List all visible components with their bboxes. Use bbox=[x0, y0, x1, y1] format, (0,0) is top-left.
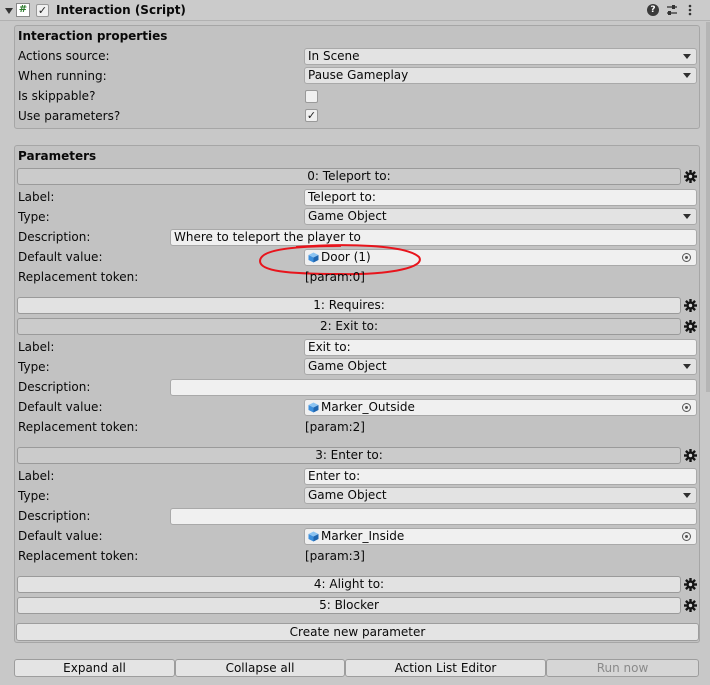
param-3-description-label: Description: bbox=[18, 509, 91, 523]
is-skippable-checkbox[interactable] bbox=[305, 90, 318, 103]
expand-all-button[interactable]: Expand all bbox=[14, 659, 175, 677]
param-2-default-value: Marker_Outside bbox=[321, 400, 415, 414]
param-3-type-value: Game Object bbox=[308, 488, 387, 502]
when-running-label: When running: bbox=[18, 69, 107, 83]
game-object-icon bbox=[308, 531, 319, 542]
when-running-value: Pause Gameplay bbox=[308, 68, 409, 82]
param-0-default-value-label: Default value: bbox=[18, 250, 103, 264]
parameter-header-0[interactable]: 0: Teleport to: bbox=[17, 168, 681, 185]
param-3-label-label: Label: bbox=[18, 469, 55, 483]
collapse-all-button[interactable]: Collapse all bbox=[175, 659, 345, 677]
component-enabled-checkbox[interactable]: ✓ bbox=[36, 4, 49, 17]
parameter-header-1[interactable]: 1: Requires: bbox=[17, 297, 681, 314]
dropdown-arrow-icon bbox=[683, 73, 691, 78]
parameters-title: Parameters bbox=[18, 149, 97, 163]
gear-icon[interactable] bbox=[684, 170, 697, 183]
interaction-properties-title: Interaction properties bbox=[18, 29, 168, 43]
param-3-default-value: Marker_Inside bbox=[321, 529, 405, 543]
param-2-type-label: Type: bbox=[18, 360, 50, 374]
dropdown-arrow-icon bbox=[683, 214, 691, 219]
param-0-replacement-token-label: Replacement token: bbox=[18, 270, 139, 284]
param-0-type-dropdown[interactable]: Game Object bbox=[304, 208, 697, 225]
more-vert-icon[interactable] bbox=[687, 3, 693, 17]
foldout-arrow-icon[interactable] bbox=[5, 8, 13, 14]
param-3-default-value-field[interactable]: Marker_Inside bbox=[304, 528, 697, 545]
param-2-default-value-label: Default value: bbox=[18, 400, 103, 414]
param-0-replacement-token-value: [param:0] bbox=[305, 270, 365, 284]
object-picker-icon[interactable] bbox=[682, 253, 691, 262]
param-3-type-label: Type: bbox=[18, 489, 50, 503]
param-0-label-label: Label: bbox=[18, 190, 55, 204]
param-2-type-value: Game Object bbox=[308, 359, 387, 373]
hash-icon: # bbox=[16, 3, 30, 17]
param-3-replacement-token-label: Replacement token: bbox=[18, 549, 139, 563]
param-3-type-dropdown[interactable]: Game Object bbox=[304, 487, 697, 504]
game-object-icon bbox=[308, 402, 319, 413]
param-0-description-input[interactable]: Where to teleport the player to bbox=[170, 229, 697, 246]
create-new-parameter-button[interactable]: Create new parameter bbox=[16, 623, 699, 641]
use-parameters-checkbox[interactable]: ✓ bbox=[305, 109, 318, 122]
actions-source-value: In Scene bbox=[308, 49, 360, 63]
component-title: Interaction (Script) bbox=[56, 3, 186, 17]
param-2-replacement-token-value: [param:2] bbox=[305, 420, 365, 434]
param-0-label-input[interactable]: Teleport to: bbox=[304, 189, 697, 206]
param-2-description-input[interactable] bbox=[170, 379, 697, 396]
parameter-header-4[interactable]: 4: Alight to: bbox=[17, 576, 681, 593]
param-3-default-value-label: Default value: bbox=[18, 529, 103, 543]
gear-icon[interactable] bbox=[684, 599, 697, 612]
param-0-type-label: Type: bbox=[18, 210, 50, 224]
dropdown-arrow-icon bbox=[683, 493, 691, 498]
parameter-header-3[interactable]: 3: Enter to: bbox=[17, 447, 681, 464]
parameter-header-5[interactable]: 5: Blocker bbox=[17, 597, 681, 614]
actions-source-label: Actions source: bbox=[18, 49, 110, 63]
gear-icon[interactable] bbox=[684, 578, 697, 591]
param-2-label-label: Label: bbox=[18, 340, 55, 354]
parameter-header-2[interactable]: 2: Exit to: bbox=[17, 318, 681, 335]
object-picker-icon[interactable] bbox=[682, 532, 691, 541]
preset-icon[interactable] bbox=[665, 3, 679, 17]
dropdown-arrow-icon bbox=[683, 54, 691, 59]
object-picker-icon[interactable] bbox=[682, 403, 691, 412]
help-icon[interactable]: ? bbox=[647, 4, 659, 16]
gear-icon[interactable] bbox=[684, 320, 697, 333]
scrollbar[interactable] bbox=[706, 22, 710, 392]
actions-source-dropdown[interactable]: In Scene bbox=[304, 48, 697, 65]
param-2-label-input[interactable]: Exit to: bbox=[304, 339, 697, 356]
param-2-default-value-field[interactable]: Marker_Outside bbox=[304, 399, 697, 416]
param-3-description-input[interactable] bbox=[170, 508, 697, 525]
param-3-replacement-token-value: [param:3] bbox=[305, 549, 365, 563]
use-parameters-label: Use parameters? bbox=[18, 109, 121, 123]
param-0-type-value: Game Object bbox=[308, 209, 387, 223]
action-list-editor-button[interactable]: Action List Editor bbox=[345, 659, 546, 677]
run-now-button[interactable]: Run now bbox=[546, 659, 699, 677]
param-2-description-label: Description: bbox=[18, 380, 91, 394]
is-skippable-label: Is skippable? bbox=[18, 89, 96, 103]
dropdown-arrow-icon bbox=[683, 364, 691, 369]
gear-icon[interactable] bbox=[684, 449, 697, 462]
param-3-label-input[interactable]: Enter to: bbox=[304, 468, 697, 485]
when-running-dropdown[interactable]: Pause Gameplay bbox=[304, 67, 697, 84]
gear-icon[interactable] bbox=[684, 299, 697, 312]
param-2-replacement-token-label: Replacement token: bbox=[18, 420, 139, 434]
param-0-description-label: Description: bbox=[18, 230, 91, 244]
component-header[interactable]: # ✓ Interaction (Script) ? bbox=[0, 0, 710, 21]
param-2-type-dropdown[interactable]: Game Object bbox=[304, 358, 697, 375]
